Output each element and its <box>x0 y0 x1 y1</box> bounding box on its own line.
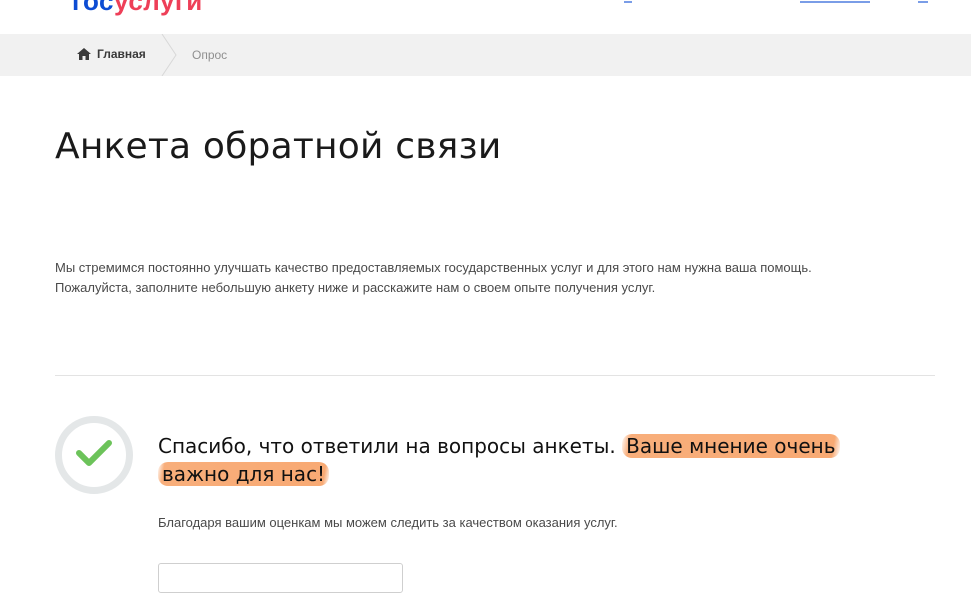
header-menu-item-cut[interactable] <box>918 0 928 3</box>
chevron-right-icon <box>160 33 180 77</box>
header-menu-item-cut[interactable] <box>624 0 632 3</box>
gosuslugi-logo[interactable]: госуслуги <box>72 0 203 17</box>
breadcrumb-current: Опрос <box>192 48 228 62</box>
page-title: Анкета обратной связи <box>55 126 502 167</box>
cut-text-fragment <box>800 0 870 3</box>
success-subtext: Благодаря вашим оценкам мы можем следить… <box>158 515 618 530</box>
breadcrumb-home-label: Главная <box>97 47 146 61</box>
intro-line-2: Пожалуйста, заполните небольшую анкету н… <box>55 280 656 295</box>
logo-part-uslugi: услуги <box>114 0 203 16</box>
breadcrumb: Главная Опрос <box>0 33 971 77</box>
success-heading: Спасибо, что ответили на вопросы анкеты.… <box>158 432 918 488</box>
intro-line-1: Мы стремимся постоянно улучшать качество… <box>55 260 812 275</box>
success-status-circle <box>55 416 133 494</box>
top-header: госуслуги <box>0 0 971 34</box>
action-button-cut[interactable] <box>158 563 403 593</box>
divider <box>55 375 935 376</box>
success-heading-text: Спасибо, что ответили на вопросы анкеты. <box>158 434 623 458</box>
home-icon <box>77 48 91 60</box>
cut-text-fragment <box>918 0 928 3</box>
highlighted-text: Ваше мнение очень <box>622 434 840 458</box>
logo-part-gos: гос <box>72 0 114 16</box>
cut-text-fragment <box>624 0 632 3</box>
intro-text: Мы стремимся постоянно улучшать качество… <box>55 258 935 298</box>
header-menu-item-cut[interactable] <box>800 0 870 3</box>
breadcrumb-home-link[interactable]: Главная <box>77 47 146 61</box>
check-icon <box>74 437 114 474</box>
highlighted-text: важно для нас! <box>158 462 330 486</box>
